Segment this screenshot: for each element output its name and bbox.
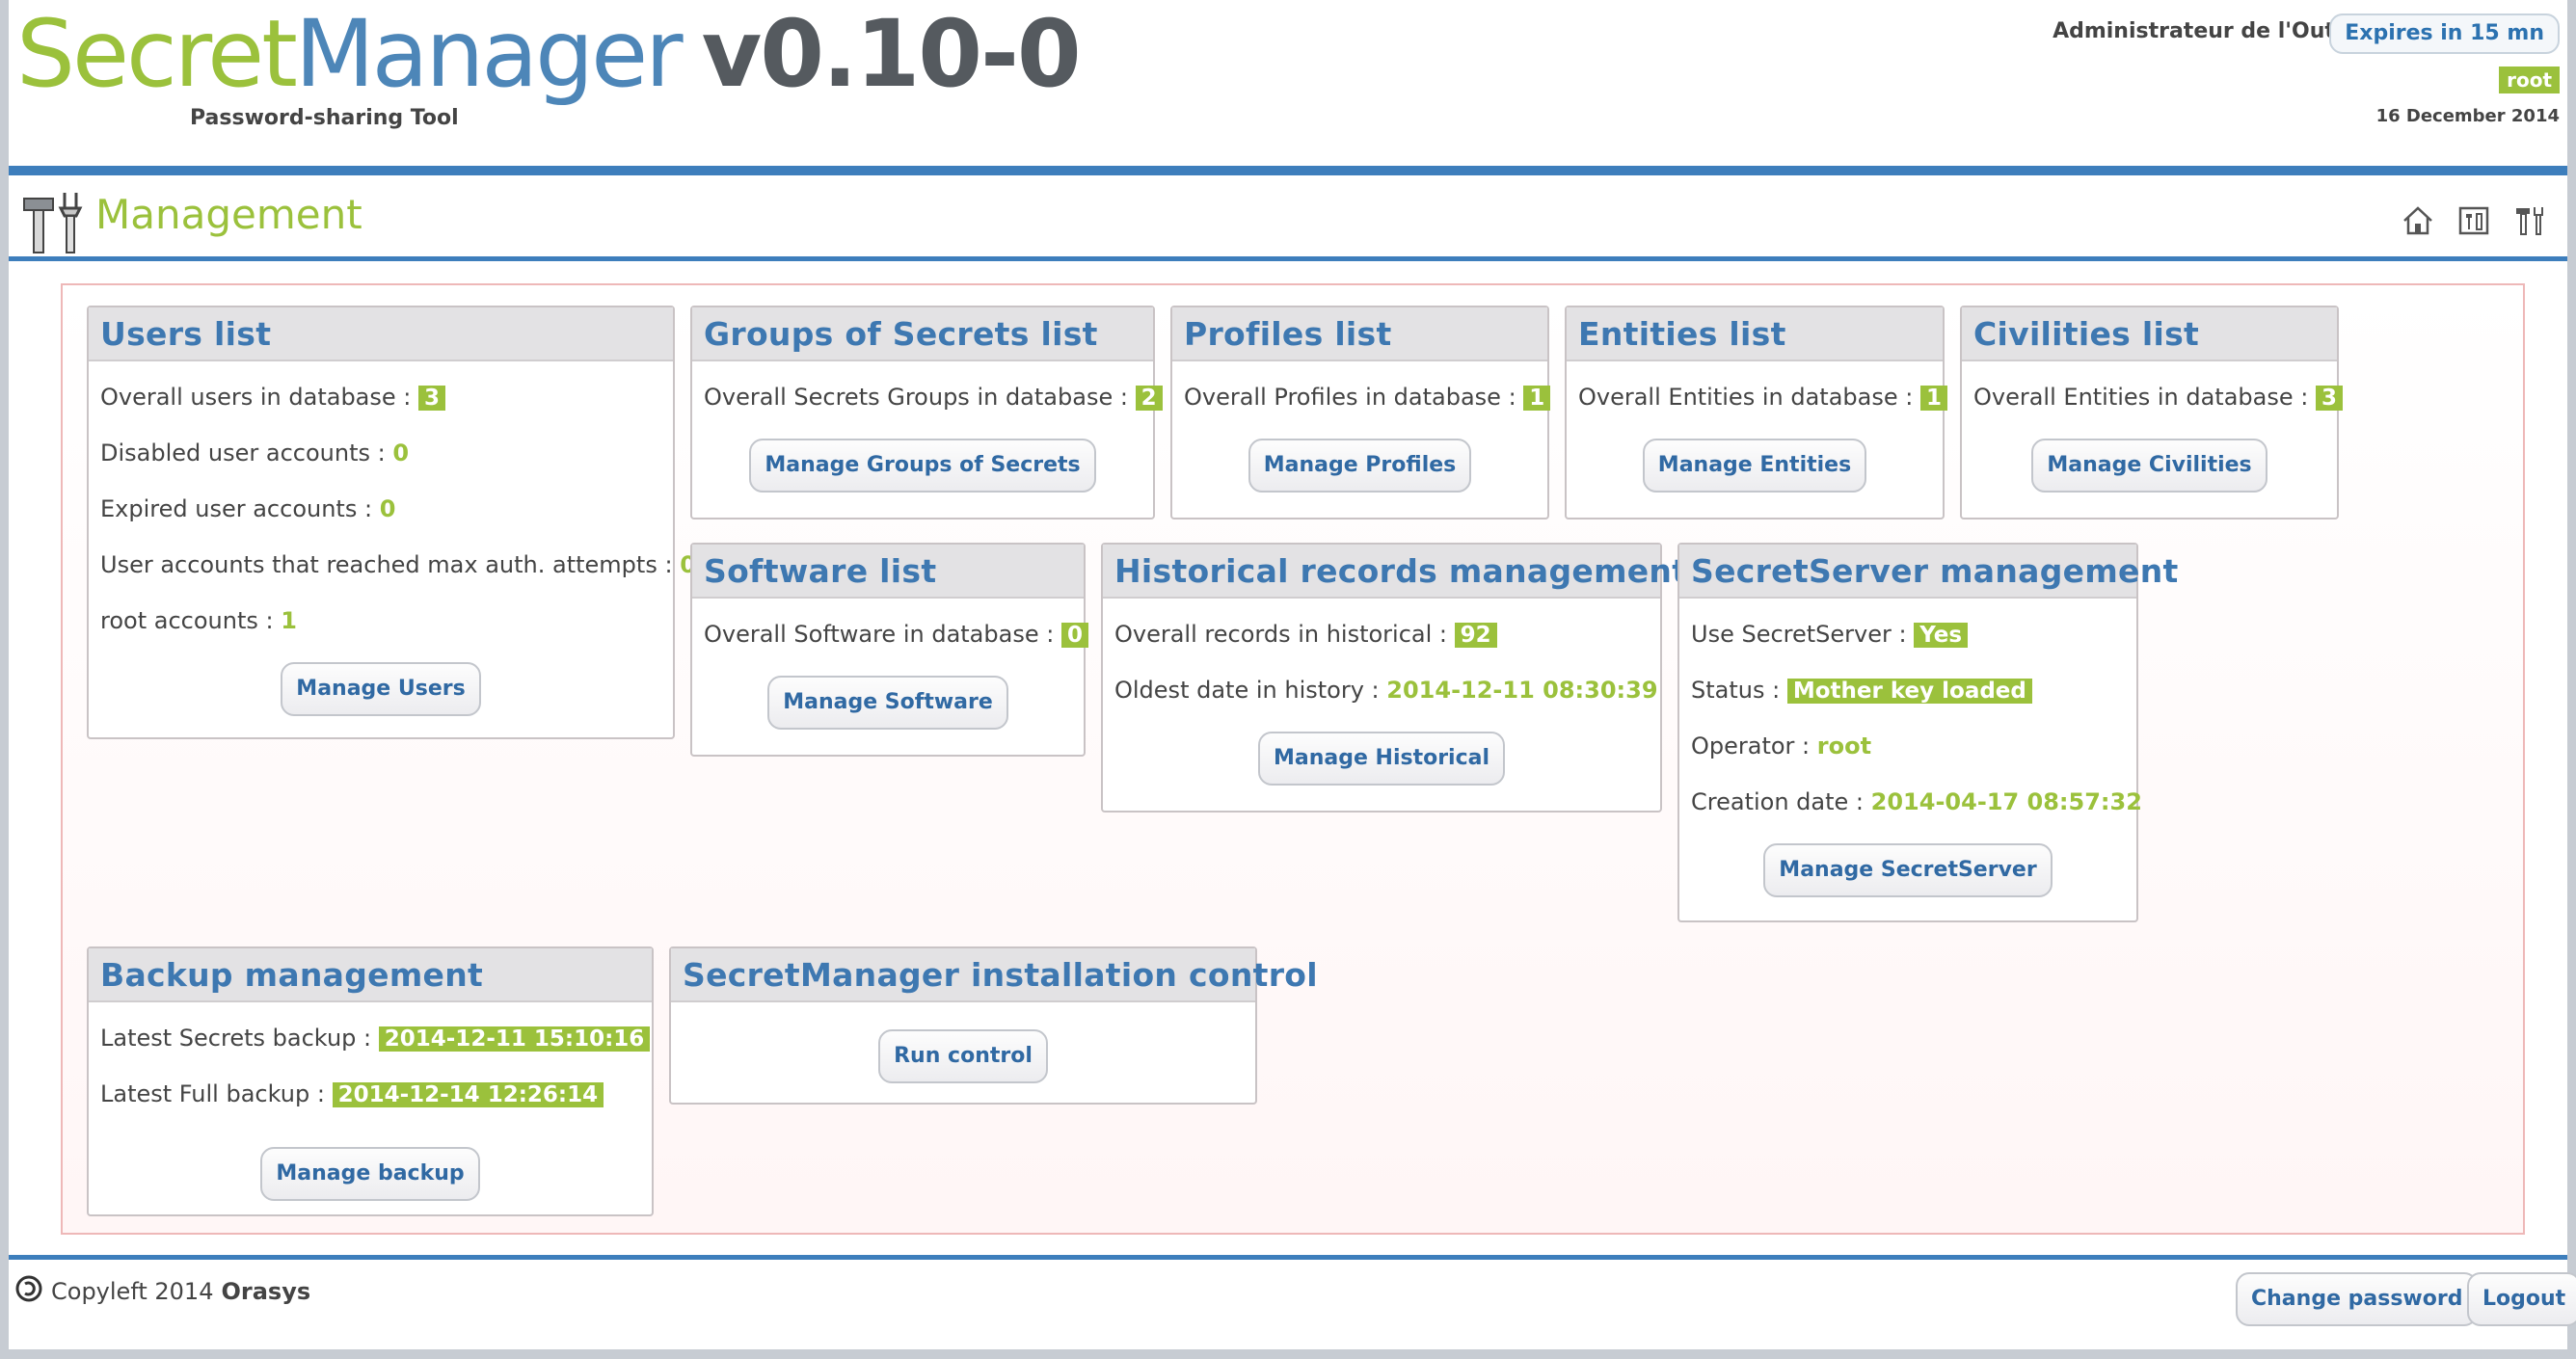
users-maxauth-label: User accounts that reached max auth. att… — [100, 551, 673, 578]
civilities-panel-title: Civilities list — [1962, 307, 2337, 361]
install-control-panel: SecretManager installation control Run c… — [669, 946, 1318, 1105]
civilities-overall-label: Overall Entities in database : — [1973, 384, 2309, 411]
manage-groups-button[interactable]: Manage Groups of Secrets — [749, 439, 1096, 493]
change-password-button[interactable]: Change password — [2236, 1272, 2479, 1326]
manage-backup-button[interactable]: Manage backup — [260, 1147, 480, 1201]
secretserver-use-label: Use SecretServer : — [1691, 621, 1907, 648]
historical-oldest-value: 2014-12-11 08:30:39 — [1386, 677, 1658, 704]
users-disabled-label: Disabled user accounts : — [100, 440, 386, 466]
users-expired-value: 0 — [379, 495, 396, 522]
profiles-overall-value: 1 — [1523, 386, 1551, 411]
groups-overall-label: Overall Secrets Groups in database : — [704, 384, 1128, 411]
tools-icon — [18, 189, 86, 254]
software-panel: Software list Overall Software in databa… — [690, 543, 1088, 757]
manage-historical-button[interactable]: Manage Historical — [1257, 732, 1506, 786]
backup-full-value: 2014-12-14 12:26:14 — [332, 1082, 604, 1107]
historical-overall-value: 92 — [1454, 623, 1497, 648]
admin-tools-icon[interactable] — [2511, 202, 2548, 239]
session-expiry-badge[interactable]: Expires in 15 mn — [2329, 13, 2560, 54]
backup-secrets-value: 2014-12-11 15:10:16 — [378, 1026, 651, 1052]
copyleft-icon — [14, 1274, 43, 1309]
manage-profiles-button[interactable]: Manage Profiles — [1248, 439, 1472, 493]
software-icon[interactable] — [2455, 202, 2492, 239]
users-root-value: 1 — [281, 607, 297, 634]
groups-overall-value: 2 — [1135, 386, 1163, 411]
entities-panel-title: Entities list — [1567, 307, 1943, 361]
profiles-overall-label: Overall Profiles in database : — [1184, 384, 1516, 411]
run-control-button[interactable]: Run control — [878, 1029, 1048, 1083]
app-version: v0.10-0 — [701, 0, 1082, 108]
manage-entities-button[interactable]: Manage Entities — [1642, 439, 1867, 493]
copyleft-org: Orasys — [221, 1278, 311, 1305]
secretserver-panel-title: SecretServer management — [1679, 545, 2178, 599]
users-panel-title: Users list — [89, 307, 673, 361]
secretserver-use-value: Yes — [1914, 623, 1969, 648]
secretserver-status-badge: Mother key loaded — [1786, 679, 2032, 704]
users-overall-value: 3 — [418, 386, 446, 411]
app-window: SecretManager v0.10-0 Password-sharing To… — [9, 0, 2576, 1349]
users-root-label: root accounts : — [100, 607, 274, 634]
backup-panel: Backup management Latest Secrets backup … — [87, 946, 654, 1216]
title-divider — [9, 256, 2567, 261]
secretserver-operator-label: Operator : — [1691, 733, 1811, 759]
civilities-panel: Civilities list Overall Entities in data… — [1960, 306, 2343, 520]
secretserver-operator-value: root — [1816, 733, 1872, 759]
users-expired-label: Expired user accounts : — [100, 495, 373, 522]
copyleft-text: Copyleft 2014 — [51, 1278, 214, 1305]
software-overall-value: 0 — [1060, 623, 1088, 648]
backup-full-label: Latest Full backup : — [100, 1080, 325, 1107]
civilities-overall-value: 3 — [2315, 386, 2343, 411]
groups-panel: Groups of Secrets list Overall Secrets G… — [690, 306, 1163, 520]
entities-overall-label: Overall Entities in database : — [1578, 384, 1914, 411]
secretserver-creation-value: 2014-04-17 08:57:32 — [1870, 788, 2142, 815]
secretserver-creation-label: Creation date : — [1691, 788, 1865, 815]
profiles-panel-title: Profiles list — [1172, 307, 1547, 361]
install-control-panel-title: SecretManager installation control — [671, 948, 1318, 1002]
manage-users-button[interactable]: Manage Users — [281, 662, 481, 716]
users-disabled-value: 0 — [392, 440, 410, 466]
entities-overall-value: 1 — [1919, 386, 1947, 411]
manage-civilities-button[interactable]: Manage Civilities — [2031, 439, 2267, 493]
historical-oldest-label: Oldest date in history : — [1114, 677, 1380, 704]
page-title: Management — [95, 191, 362, 238]
nav-icons — [2400, 202, 2548, 239]
logo-secret: Secret — [16, 0, 298, 108]
historical-overall-label: Overall records in historical : — [1114, 621, 1447, 648]
app-logo: SecretManager v0.10-0 — [16, 0, 1082, 108]
profiles-panel: Profiles list Overall Profiles in databa… — [1170, 306, 1551, 520]
user-role-badge: root — [2499, 67, 2560, 93]
historical-panel-title: Historical records management — [1103, 545, 1687, 599]
logo-manager: Manager — [294, 0, 684, 108]
manage-secretserver-button[interactable]: Manage SecretServer — [1763, 843, 2053, 897]
home-icon[interactable] — [2400, 202, 2436, 239]
groups-panel-title: Groups of Secrets list — [692, 307, 1153, 361]
app-tagline: Password-sharing Tool — [190, 106, 459, 130]
users-overall-label: Overall users in database : — [100, 384, 412, 411]
historical-panel: Historical records management Overall re… — [1101, 543, 1687, 813]
secretserver-status-label: Status : — [1691, 677, 1781, 704]
logout-button[interactable]: Logout — [2467, 1272, 2576, 1326]
copyleft-notice: Copyleft 2014 Orasys — [14, 1274, 310, 1309]
software-overall-label: Overall Software in database : — [704, 621, 1055, 648]
current-date: 16 December 2014 — [2375, 106, 2560, 126]
software-panel-title: Software list — [692, 545, 1084, 599]
backup-secrets-label: Latest Secrets backup : — [100, 1025, 372, 1052]
footer-divider — [9, 1255, 2567, 1260]
entities-panel: Entities list Overall Entities in databa… — [1565, 306, 1947, 520]
users-panel: Users list Overall users in database : 3… — [87, 306, 696, 739]
manage-software-button[interactable]: Manage Software — [767, 676, 1008, 730]
management-panels: Users list Overall users in database : 3… — [61, 283, 2525, 1235]
header-divider — [9, 166, 2567, 175]
backup-panel-title: Backup management — [89, 948, 652, 1002]
secretserver-panel: SecretServer management Use SecretServer… — [1677, 543, 2178, 922]
user-name: Administrateur de l'Outil — [2053, 19, 2349, 43]
